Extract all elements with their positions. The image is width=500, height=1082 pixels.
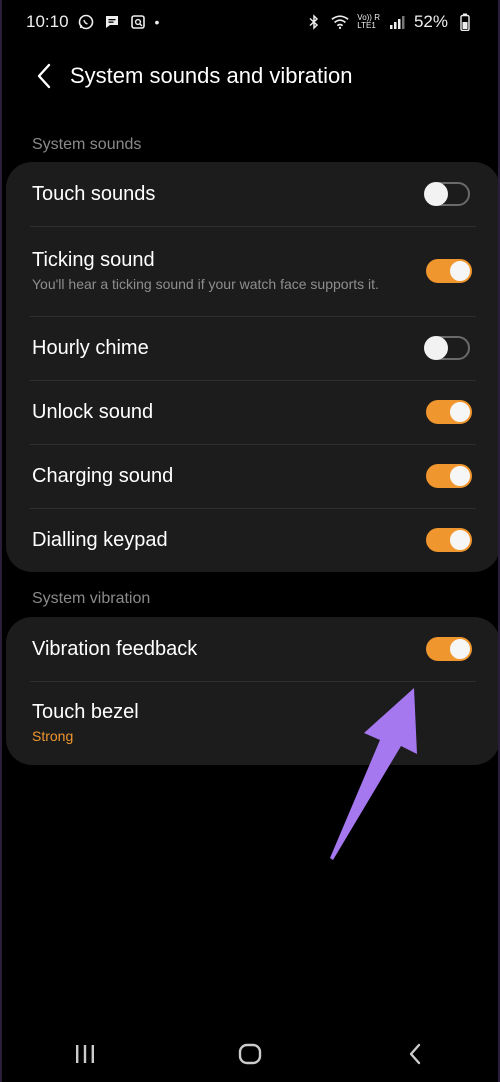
whatsapp-icon [77,13,95,31]
status-bar-left: 10:10 • [26,12,159,32]
battery-percent: 52% [413,12,448,31]
setting-row-dialling-keypad[interactable]: Dialling keypad [6,508,498,572]
bluetooth-icon [305,13,323,31]
setting-text: Touch sounds [32,183,426,206]
setting-title: Ticking sound [32,248,155,271]
nav-back-button[interactable] [385,1034,445,1074]
setting-text: Dialling keypad [32,529,426,552]
setting-row-unlock-sound[interactable]: Unlock sound [6,380,498,444]
page-title: System sounds and vibration [70,63,353,88]
setting-text: Hourly chime [32,337,426,360]
section-label-system-sounds: System sounds [32,136,142,153]
setting-text: Vibration feedback [32,638,426,661]
app-header: System sounds and vibration [2,52,498,100]
annotation-arrow-icon [330,688,417,860]
dialling-keypad-toggle[interactable] [426,528,472,552]
toggle-knob [448,259,472,283]
status-time: 10:10 [26,12,69,31]
section-label-system-vibration: System vibration [32,590,151,607]
setting-row-touch-sounds[interactable]: Touch sounds [6,162,498,226]
vibration-feedback-toggle[interactable] [426,637,472,661]
touch-sounds-toggle[interactable] [424,182,470,206]
toggle-knob [448,637,472,661]
toggle-knob [424,182,448,206]
chevron-left-icon [37,63,51,89]
ticking-sound-toggle[interactable] [426,259,472,283]
setting-row-hourly-chime[interactable]: Hourly chime [6,316,498,380]
status-dot: • [154,14,160,30]
setting-title: Charging sound [32,464,174,487]
back-button[interactable] [24,56,64,96]
screen: 10:10 • Vo)) R LTE1 52% System sounds an… [0,0,500,1082]
navigation-bar [2,1026,498,1082]
setting-row-ticking-sound[interactable]: Ticking sound You'll hear a ticking soun… [6,226,498,316]
setting-text: Ticking sound You'll hear a ticking soun… [32,249,426,294]
toggle-knob [424,336,448,360]
toggle-knob [448,400,472,424]
setting-title: Dialling keypad [32,528,168,551]
message-icon [103,13,121,31]
network-label: Vo)) R LTE1 [357,14,380,30]
setting-row-vibration-feedback[interactable]: Vibration feedback [6,617,498,681]
setting-row-charging-sound[interactable]: Charging sound [6,444,498,508]
network-label-bottom: LTE1 [357,21,376,30]
setting-text: Charging sound [32,465,426,488]
recents-icon [75,1045,94,1063]
battery-icon [456,13,474,31]
hourly-chime-toggle[interactable] [424,336,470,360]
setting-subtitle: You'll hear a ticking sound if your watc… [32,275,379,292]
charging-sound-toggle[interactable] [426,464,472,488]
wifi-icon [331,13,349,31]
home-button[interactable] [220,1034,280,1074]
home-icon [238,1043,262,1065]
setting-title: Vibration feedback [32,637,198,660]
system-sounds-card: Touch sounds Ticking sound You'll hear a… [6,162,498,572]
setting-text: Unlock sound [32,401,426,424]
status-bar-right: Vo)) R LTE1 52% [305,12,474,32]
status-bar: 10:10 • Vo)) R LTE1 52% [2,0,498,44]
back-icon [410,1043,421,1065]
toggle-knob [448,464,472,488]
gallery-icon [129,13,147,31]
toggle-knob [448,528,472,552]
signal-icon [388,13,406,31]
recents-button[interactable] [55,1034,115,1074]
setting-title: Touch sounds [32,182,156,205]
setting-title: Hourly chime [32,336,149,359]
unlock-sound-toggle[interactable] [426,400,472,424]
setting-title: Unlock sound [32,400,154,423]
